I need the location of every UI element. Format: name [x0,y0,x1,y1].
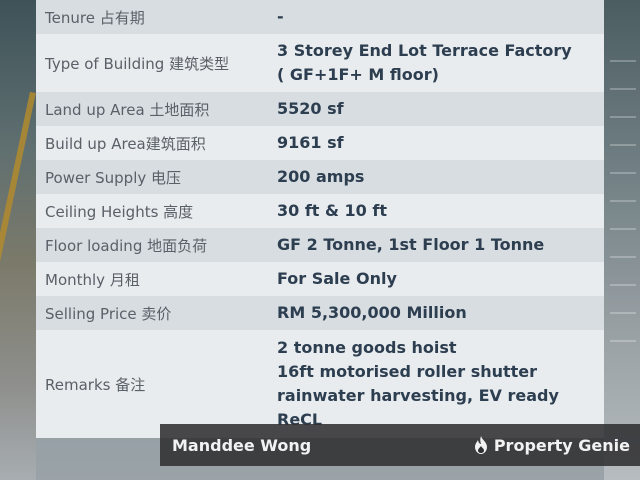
table-row-land-area: Land up Area 土地面积 5520 sf [36,92,604,126]
row-value: 200 amps [268,160,604,194]
table-row-floor-loading: Floor loading 地面负荷 GF 2 Tonne, 1st Floor… [36,228,604,262]
property-details-table: Tenure 占有期 - Type of Building 建筑类型 3 Sto… [36,0,604,438]
value-line: 16ft motorised roller shutter [277,362,538,381]
row-label: Land up Area 土地面积 [36,92,268,126]
brand-name: Property Genie [493,435,630,455]
table-row-build-area: Build up Area建筑面积 9161 sf [36,126,604,160]
table-row-selling-price: Selling Price 卖价 RM 5,300,000 Million [36,296,604,330]
value-line: 5520 sf [277,99,344,118]
value-line: 200 amps [277,167,365,186]
table-row-remarks: Remarks 备注 2 tonne goods hoist 16ft moto… [36,330,604,438]
row-label: Ceiling Heights 高度 [36,194,268,228]
table-row-ceiling-heights: Ceiling Heights 高度 30 ft & 10 ft [36,194,604,228]
value-line: 2 tonne goods hoist [277,338,457,357]
value-line: 9161 sf [277,133,344,152]
value-line: ( GF+1F+ M floor) [277,65,439,84]
table-row-building-type: Type of Building 建筑类型 3 Storey End Lot T… [36,34,604,92]
watermark-bar: Manddee Wong Property Genie [160,424,640,466]
value-line: - [277,7,284,26]
background-beam [0,91,36,319]
row-label: Type of Building 建筑类型 [36,34,268,92]
row-label: Build up Area建筑面积 [36,126,268,160]
value-line: RM 5,300,000 Million [277,303,467,322]
row-value: - [268,0,604,34]
background-window [610,60,636,360]
value-line: For Sale Only [277,269,397,288]
table-row-tenure: Tenure 占有期 - [36,0,604,34]
row-value: GF 2 Tonne, 1st Floor 1 Tonne [268,228,604,262]
row-value: 9161 sf [268,126,604,160]
row-value: 30 ft & 10 ft [268,194,604,228]
row-value: 3 Storey End Lot Terrace Factory ( GF+1F… [268,34,604,92]
agent-name: Manddee Wong [172,435,312,455]
background-left [0,0,36,480]
background-right [604,0,640,480]
value-line: 3 Storey End Lot Terrace Factory [277,41,572,60]
value-line: rainwater harvesting, EV ready [277,386,559,405]
brand-logo: Property Genie [474,436,630,455]
row-label: Selling Price 卖价 [36,296,268,330]
row-label: Tenure 占有期 [36,0,268,34]
row-value: For Sale Only [268,262,604,296]
row-label: Power Supply 电压 [36,160,268,194]
value-line: GF 2 Tonne, 1st Floor 1 Tonne [277,235,545,254]
row-label: Monthly 月租 [36,262,268,296]
flame-icon [474,436,488,454]
row-value: RM 5,300,000 Million [268,296,604,330]
row-label: Remarks 备注 [36,330,268,438]
row-value: 5520 sf [268,92,604,126]
row-value: 2 tonne goods hoist 16ft motorised rolle… [268,330,604,438]
value-line: 30 ft & 10 ft [277,201,387,220]
table-row-power-supply: Power Supply 电压 200 amps [36,160,604,194]
table-row-monthly: Monthly 月租 For Sale Only [36,262,604,296]
row-label: Floor loading 地面负荷 [36,228,268,262]
